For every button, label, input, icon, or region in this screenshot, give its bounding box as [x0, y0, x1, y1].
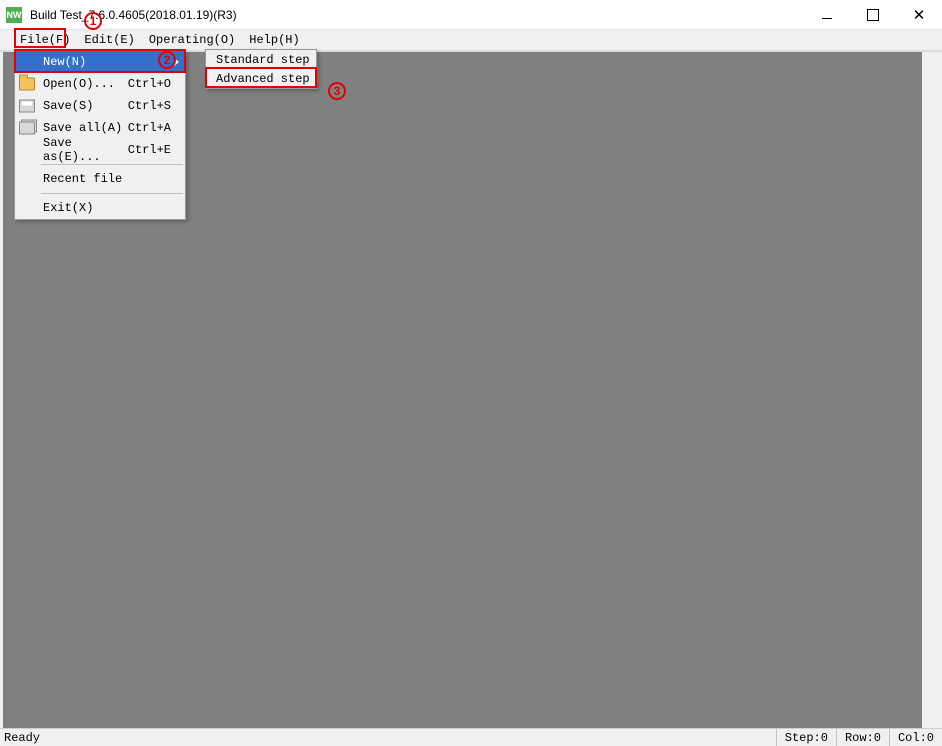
menu-item-save-all-shortcut: Ctrl+A: [128, 121, 185, 135]
submenu-item-standard-step[interactable]: Standard step: [206, 50, 316, 69]
menu-bar: File(F) Edit(E) Operating(O) Help(H): [0, 30, 942, 50]
menu-item-save-shortcut: Ctrl+S: [128, 99, 185, 113]
menu-operating[interactable]: Operating(O): [143, 31, 241, 49]
window-title: Build Test_7.6.0.4605(2018.01.19)(R3): [30, 8, 237, 22]
menu-item-save-as-shortcut: Ctrl+E: [128, 143, 185, 157]
menu-item-new-label: New(N): [43, 55, 185, 69]
menu-item-open[interactable]: Open(O)... Ctrl+O: [15, 73, 185, 95]
menu-item-exit-label: Exit(X): [43, 201, 185, 215]
menu-item-save-as[interactable]: Save as(E)... Ctrl+E: [15, 139, 185, 161]
status-ready: Ready: [0, 731, 776, 745]
menu-item-open-shortcut: Ctrl+O: [128, 77, 185, 91]
submenu-arrow-icon: [174, 58, 179, 66]
menu-help[interactable]: Help(H): [243, 31, 305, 49]
menu-edit[interactable]: Edit(E): [78, 31, 140, 49]
menu-item-new[interactable]: New(N): [15, 51, 185, 73]
menu-item-exit[interactable]: Exit(X): [15, 197, 185, 219]
menu-file[interactable]: File(F): [14, 31, 76, 49]
vertical-scrollbar[interactable]: [922, 52, 939, 728]
window-controls: ✕: [804, 0, 942, 30]
save-all-icon: [19, 122, 35, 135]
menu-item-recent-label: Recent file: [43, 172, 185, 186]
status-col: Col:0: [889, 729, 942, 746]
submenu-item-advanced-step[interactable]: Advanced step: [206, 69, 316, 88]
save-icon: [19, 100, 35, 113]
menu-item-save-as-label: Save as(E)...: [43, 136, 128, 164]
new-submenu: Standard step Advanced step: [205, 49, 317, 89]
close-button[interactable]: ✕: [896, 0, 942, 30]
menu-item-save-label: Save(S): [43, 99, 128, 113]
menu-separator: [41, 193, 183, 194]
maximize-button[interactable]: [850, 0, 896, 30]
status-row: Row:0: [836, 729, 889, 746]
minimize-button[interactable]: [804, 0, 850, 30]
folder-open-icon: [19, 78, 35, 91]
menu-separator: [41, 164, 183, 165]
file-dropdown-menu: New(N) Open(O)... Ctrl+O Save(S) Ctrl+S …: [14, 50, 186, 220]
menu-item-open-label: Open(O)...: [43, 77, 128, 91]
status-bar: Ready Step:0 Row:0 Col:0: [0, 728, 942, 746]
app-icon: NW: [6, 7, 22, 23]
title-bar: NW Build Test_7.6.0.4605(2018.01.19)(R3)…: [0, 0, 942, 30]
status-step: Step:0: [776, 729, 836, 746]
menu-item-recent[interactable]: Recent file: [15, 168, 185, 190]
menu-item-save[interactable]: Save(S) Ctrl+S: [15, 95, 185, 117]
menu-item-save-all-label: Save all(A): [43, 121, 128, 135]
